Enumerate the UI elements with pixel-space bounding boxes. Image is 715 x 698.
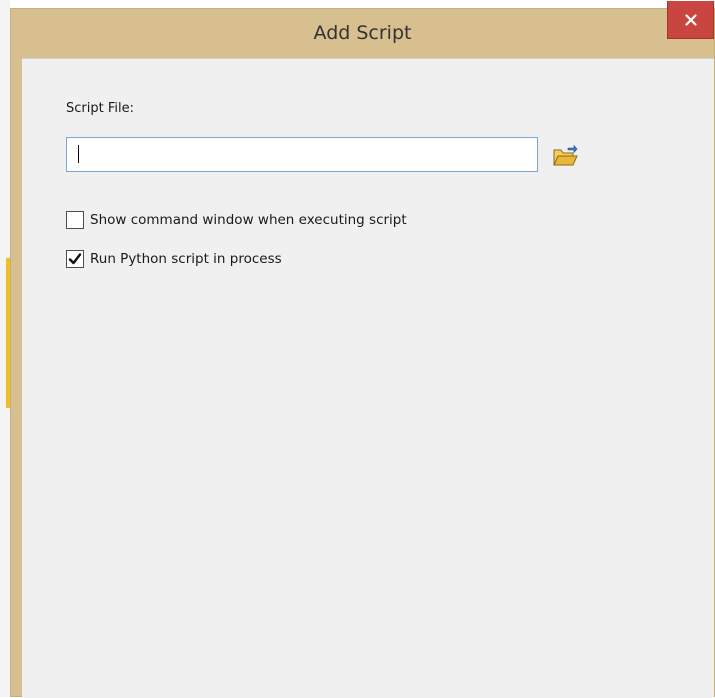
script-file-input[interactable] — [66, 137, 538, 172]
open-folder-icon — [553, 144, 578, 166]
show-command-window-checkbox[interactable] — [66, 211, 84, 229]
option-show-command-window[interactable]: Show command window when executing scrip… — [66, 210, 407, 230]
dialog-client-area: Script File: Show command window when ex… — [22, 58, 714, 698]
background-top-edge — [10, 0, 715, 8]
checkmark-icon — [68, 253, 82, 265]
text-caret — [78, 145, 79, 163]
option-run-python-in-process[interactable]: Run Python script in process — [66, 249, 282, 269]
title-bar[interactable]: Add Script — [11, 9, 714, 58]
dialog-title: Add Script — [313, 22, 412, 44]
run-python-in-process-label: Run Python script in process — [90, 251, 282, 267]
browse-button[interactable] — [550, 142, 580, 170]
script-file-label: Script File: — [66, 101, 134, 116]
add-script-dialog: Add Script Script File: Show command win… — [10, 1, 715, 698]
close-button[interactable] — [667, 1, 714, 39]
show-command-window-label: Show command window when executing scrip… — [90, 212, 407, 228]
run-python-in-process-checkbox[interactable] — [66, 250, 84, 268]
close-icon — [684, 13, 697, 26]
